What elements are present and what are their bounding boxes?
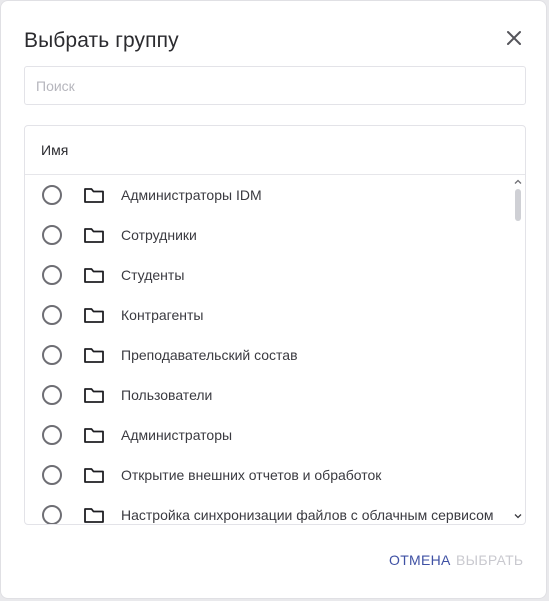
folder-icon: [84, 228, 104, 243]
dialog-title: Выбрать группу: [24, 29, 179, 52]
folder-icon: [84, 268, 104, 283]
folder-icon: [84, 428, 104, 443]
radio-button[interactable]: [42, 345, 62, 365]
list-item-label: Открытие внешних отчетов и обработок: [121, 467, 382, 483]
list-item[interactable]: Преподавательский состав: [25, 335, 510, 375]
radio-button[interactable]: [42, 465, 62, 485]
list-item[interactable]: Администраторы: [25, 415, 510, 455]
group-table: Имя Администраторы IDM Сотрудники Студен…: [24, 125, 526, 525]
chevron-up-icon[interactable]: [514, 178, 522, 186]
folder-icon: [84, 308, 104, 323]
close-icon: [507, 31, 521, 45]
list-item-label: Настройка синхронизации файлов с облачны…: [121, 507, 494, 523]
list-item-label: Преподавательский состав: [121, 347, 298, 363]
list-item[interactable]: Студенты: [25, 255, 510, 295]
radio-button[interactable]: [42, 305, 62, 325]
folder-icon: [84, 188, 104, 203]
radio-button[interactable]: [42, 425, 62, 445]
chevron-down-icon[interactable]: [514, 512, 522, 520]
folder-icon: [84, 508, 104, 523]
list-item[interactable]: Контрагенты: [25, 295, 510, 335]
cancel-button[interactable]: Отмена: [389, 552, 451, 568]
list-item-label: Администраторы: [121, 427, 233, 443]
list-item[interactable]: Администраторы IDM: [25, 175, 510, 215]
folder-icon: [84, 348, 104, 363]
select-button[interactable]: Выбрать: [456, 552, 523, 568]
vertical-scrollbar[interactable]: [510, 175, 525, 524]
radio-button[interactable]: [42, 385, 62, 405]
radio-button[interactable]: [42, 265, 62, 285]
list-item-label: Сотрудники: [121, 227, 197, 243]
list-item-label: Студенты: [121, 267, 185, 283]
close-button[interactable]: [501, 25, 527, 51]
list-item[interactable]: Открытие внешних отчетов и обработок: [25, 455, 510, 495]
column-header-name[interactable]: Имя: [25, 126, 525, 175]
radio-button[interactable]: [42, 185, 62, 205]
list-item[interactable]: Настройка синхронизации файлов с облачны…: [25, 495, 510, 524]
folder-icon: [84, 388, 104, 403]
search-input[interactable]: [24, 66, 526, 105]
radio-button[interactable]: [42, 225, 62, 245]
radio-button[interactable]: [42, 505, 62, 524]
list-item-label: Контрагенты: [121, 307, 204, 323]
list-item-label: Администраторы IDM: [121, 187, 262, 203]
list-item[interactable]: Сотрудники: [25, 215, 510, 255]
column-header-label: Имя: [41, 142, 69, 158]
group-list: Администраторы IDM Сотрудники Студенты К…: [25, 175, 510, 524]
select-group-dialog: Выбрать группу Имя Администраторы IDM Со…: [0, 0, 547, 599]
scrollbar-thumb[interactable]: [515, 189, 521, 221]
list-item-label: Пользователи: [121, 387, 213, 403]
list-item[interactable]: Пользователи: [25, 375, 510, 415]
folder-icon: [84, 468, 104, 483]
